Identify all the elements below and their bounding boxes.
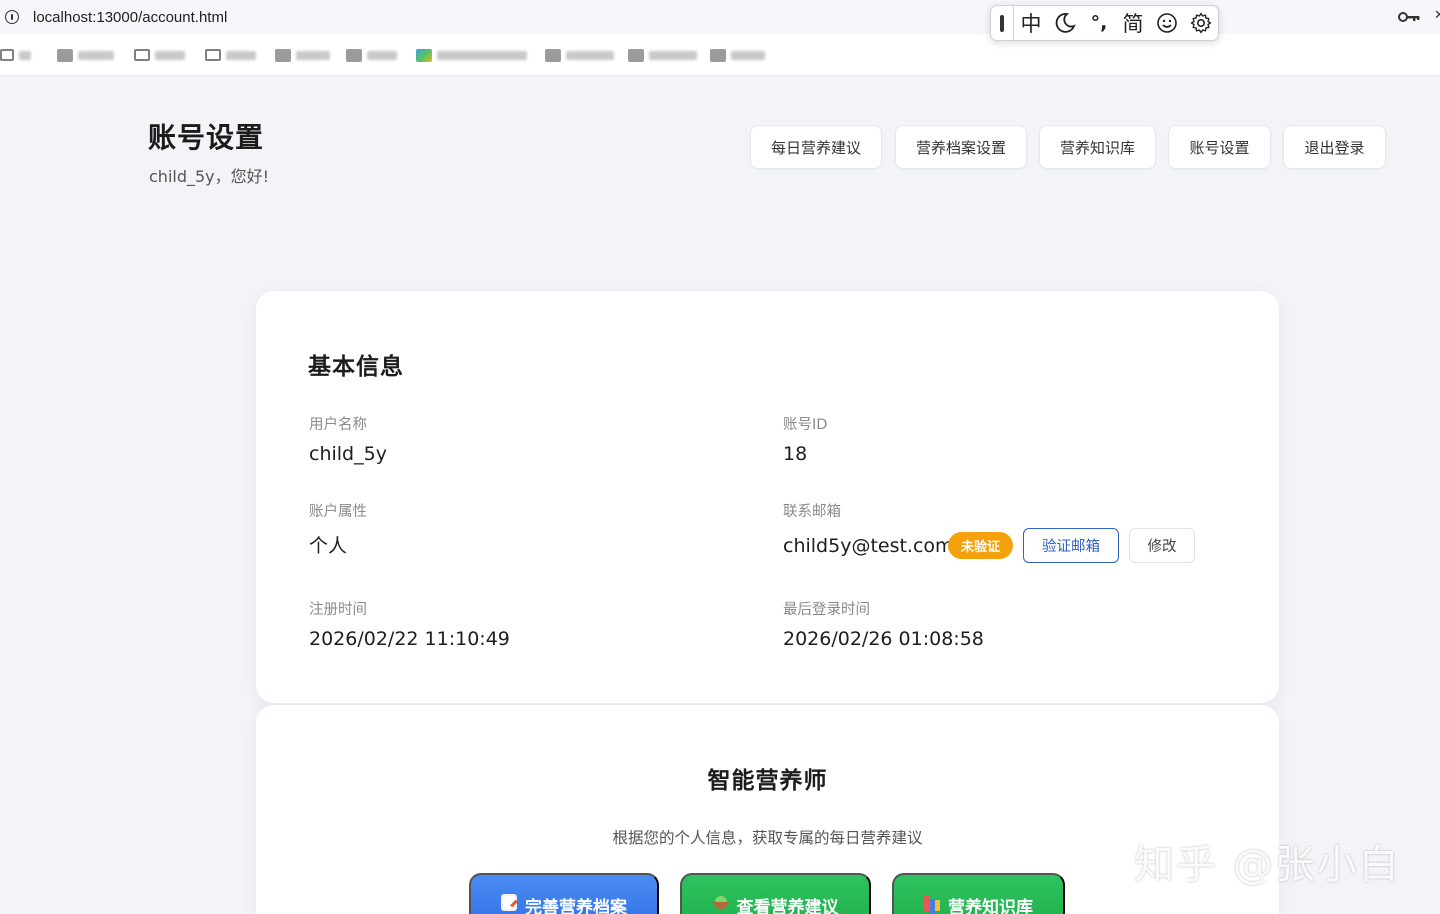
page-icon [545,48,561,62]
greeting-text: child_5y，您好! [149,167,270,186]
watermark: 知乎 @张小白 [1134,842,1401,888]
account-id-value: 18 [783,443,808,465]
edit-email-button[interactable]: 修改 [1129,528,1195,563]
email-status-badge: 未验证 [948,532,1013,559]
ime-mode-button[interactable]: 中 [1014,6,1048,40]
folder-icon [205,49,221,61]
url-text[interactable]: localhost:13000/account.html [33,9,227,26]
assistant-card: 智能营养师 根据您的个人信息，获取专属的每日营养建议 完善营养档案 查看营养建议… [256,705,1279,914]
bookmark-item[interactable] [134,47,185,63]
page-icon [57,48,73,62]
nav-knowledge-base[interactable]: 营养知识库 [1039,125,1156,169]
bookmark-item[interactable] [710,47,765,63]
complete-profile-button[interactable]: 完善营养档案 [469,873,659,914]
last-login-label: 最后登录时间 [783,602,870,618]
nav-logout[interactable]: 退出登录 [1283,125,1386,169]
salad-bowl-icon [712,894,729,911]
books-icon [924,894,940,911]
site-info-icon[interactable] [5,10,19,24]
complete-profile-label: 完善营养档案 [525,898,627,914]
register-time-value: 2026/02/22 11:10:49 [309,628,510,650]
site-favicon-icon [416,48,432,62]
basic-info-title: 基本信息 [308,354,404,380]
bookmark-item[interactable] [628,47,697,63]
ime-drag-handle[interactable] [1000,14,1004,32]
document-edit-icon [501,894,517,911]
assistant-title: 智能营养师 [707,768,828,794]
account-type-value: 个人 [309,535,348,557]
account-id-label: 账号ID [783,417,828,433]
account-type-label: 账户属性 [309,504,367,520]
password-key-icon[interactable] [1398,10,1420,24]
page-icon [275,48,291,62]
nav-nutrition-profile[interactable]: 营养档案设置 [895,125,1027,169]
verify-email-button[interactable]: 验证邮箱 [1023,528,1119,563]
ime-punctuation-button[interactable]: °, [1082,6,1116,40]
ime-charset-button[interactable]: 简 [1116,6,1150,40]
bookmark-item[interactable] [346,47,397,63]
gear-icon[interactable] [1184,6,1218,40]
email-value: child5y@test.com [783,535,954,557]
moon-icon[interactable] [1048,6,1082,40]
register-time-label: 注册时间 [309,602,367,618]
browser-url-bar[interactable]: localhost:13000/account.html ✕ [0,0,1440,34]
folder-icon [134,49,150,61]
assistant-subtitle: 根据您的个人信息，获取专属的每日营养建议 [612,829,923,847]
folder-icon [0,49,14,61]
extension-icon[interactable]: ✕ [1434,9,1440,23]
last-login-value: 2026/02/26 01:08:58 [783,628,984,650]
bookmark-item[interactable] [275,47,330,63]
bookmark-item[interactable] [57,47,114,63]
email-label: 联系邮箱 [783,504,841,520]
nav-account-settings[interactable]: 账号设置 [1168,125,1271,169]
page-icon [628,48,644,62]
nav-daily-advice[interactable]: 每日营养建议 [750,125,882,169]
view-advice-label: 查看营养建议 [736,898,839,914]
ime-toolbar: 中 °, 简 [990,5,1219,41]
username-value: child_5y [309,443,387,465]
bookmark-item[interactable] [545,47,614,63]
bookmark-item[interactable] [0,47,31,63]
bookmark-item[interactable] [205,47,256,63]
page-title: 账号设置 [148,121,265,154]
emoji-icon[interactable] [1150,6,1184,40]
username-label: 用户名称 [309,417,367,433]
knowledge-base-label: 营养知识库 [948,898,1033,914]
basic-info-card: 基本信息 用户名称 child_5y 账号ID 18 账户属性 个人 联系邮箱 … [256,291,1279,703]
page-icon [346,48,362,62]
knowledge-base-button[interactable]: 营养知识库 [892,873,1065,914]
bookmark-item[interactable] [416,47,527,63]
view-advice-button[interactable]: 查看营养建议 [680,873,871,914]
page-icon [710,48,726,62]
bookmarks-bar [0,34,1440,76]
